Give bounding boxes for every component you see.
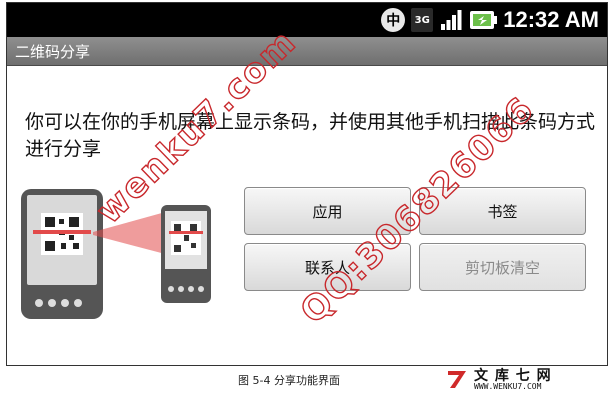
logo-url: WWW.WENKU7.COM xyxy=(474,382,542,391)
share-clipboard-button: 剪切板清空 xyxy=(419,243,586,291)
status-bar: 中 3G 12:32 AM xyxy=(7,3,607,37)
figure-caption: 图 5-4 分享功能界面 xyxy=(238,374,340,387)
phone-screen: 中 3G 12:32 AM 二维码分享 你可以在你的手机屏幕上显示条码，并使用其… xyxy=(6,2,608,366)
status-icons: 中 3G 12:32 AM xyxy=(381,7,599,33)
wenku-logo: 文 库 七 网 WWW.WENKU7.COM xyxy=(446,366,606,394)
page-title: 二维码分享 xyxy=(15,43,91,61)
3g-icon: 3G xyxy=(411,8,434,32)
battery-icon xyxy=(469,8,498,32)
title-bar: 二维码分享 xyxy=(7,37,607,66)
logo-mark-icon xyxy=(448,371,466,388)
signal-icon xyxy=(439,8,463,32)
status-clock: 12:32 AM xyxy=(503,7,599,32)
zh-input-icon: 中 xyxy=(381,8,406,32)
